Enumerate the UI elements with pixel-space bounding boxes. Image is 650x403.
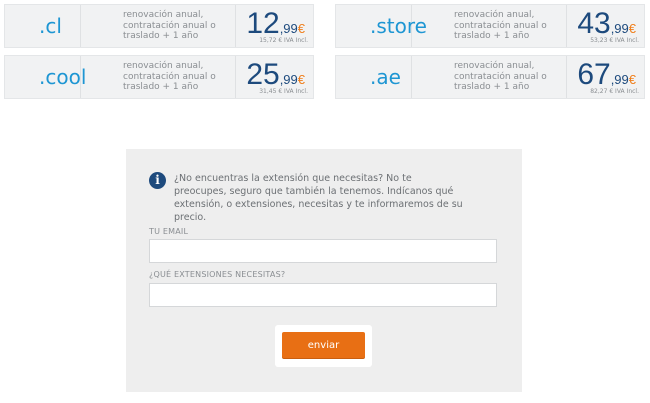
extension-request-form: i ¿No encuentras la extensión que necesi… bbox=[126, 149, 522, 392]
price-box: 25,99€ 31,45 € IVA Incl. bbox=[235, 56, 313, 98]
info-icon: i bbox=[149, 172, 166, 189]
extensions-label: ¿QUÉ EXTENSIONES NECESITAS? bbox=[149, 270, 286, 279]
price-box: 12,99€ 15,72 € IVA Incl. bbox=[235, 5, 313, 47]
price-box: 67,99€ 82,27 € IVA Incl. bbox=[566, 56, 644, 98]
domain-extension: .ae bbox=[336, 56, 412, 98]
price-with-vat: 82,27 € IVA Incl. bbox=[590, 88, 639, 95]
extensions-field[interactable] bbox=[149, 283, 497, 307]
domain-card-cl[interactable]: .cl renovación anual, contratación anual… bbox=[4, 4, 314, 48]
price-integer: 12 bbox=[246, 7, 280, 40]
domain-card-ae[interactable]: .ae renovación anual, contratación anual… bbox=[335, 55, 645, 99]
currency-symbol: € bbox=[628, 21, 636, 36]
price-decimals: ,99 bbox=[279, 21, 298, 36]
price-with-vat: 53,23 € IVA Incl. bbox=[590, 37, 639, 44]
price-integer: 43 bbox=[577, 7, 611, 40]
domain-extension: .store bbox=[336, 5, 427, 47]
domain-description: renovación anual, contratación anual o t… bbox=[123, 10, 216, 41]
price-integer: 67 bbox=[577, 58, 611, 91]
submit-button-frame: enviar bbox=[275, 325, 372, 367]
price-box: 43,99€ 53,23 € IVA Incl. bbox=[566, 5, 644, 47]
domain-extension: .cool bbox=[5, 56, 86, 98]
price-decimals: ,99 bbox=[610, 72, 629, 87]
domain-description: renovación anual, contratación anual o t… bbox=[454, 10, 547, 41]
info-message: ¿No encuentras la extensión que necesita… bbox=[174, 173, 463, 223]
domain-description: renovación anual, contratación anual o t… bbox=[123, 61, 216, 92]
email-label: TU EMAIL bbox=[149, 227, 189, 236]
domain-card-cool[interactable]: .cool renovación anual, contratación anu… bbox=[4, 55, 314, 99]
currency-symbol: € bbox=[628, 72, 636, 87]
domain-description: renovación anual, contratación anual o t… bbox=[454, 61, 547, 92]
email-field[interactable] bbox=[149, 239, 497, 263]
price-decimals: ,99 bbox=[610, 21, 629, 36]
price-decimals: ,99 bbox=[279, 72, 298, 87]
price-with-vat: 15,72 € IVA Incl. bbox=[259, 37, 308, 44]
domain-extension: .cl bbox=[5, 5, 81, 47]
currency-symbol: € bbox=[297, 72, 305, 87]
currency-symbol: € bbox=[297, 21, 305, 36]
submit-button[interactable]: enviar bbox=[282, 332, 365, 358]
price-with-vat: 31,45 € IVA Incl. bbox=[259, 88, 308, 95]
domain-card-store[interactable]: .store renovación anual, contratación an… bbox=[335, 4, 645, 48]
price-integer: 25 bbox=[246, 58, 280, 91]
